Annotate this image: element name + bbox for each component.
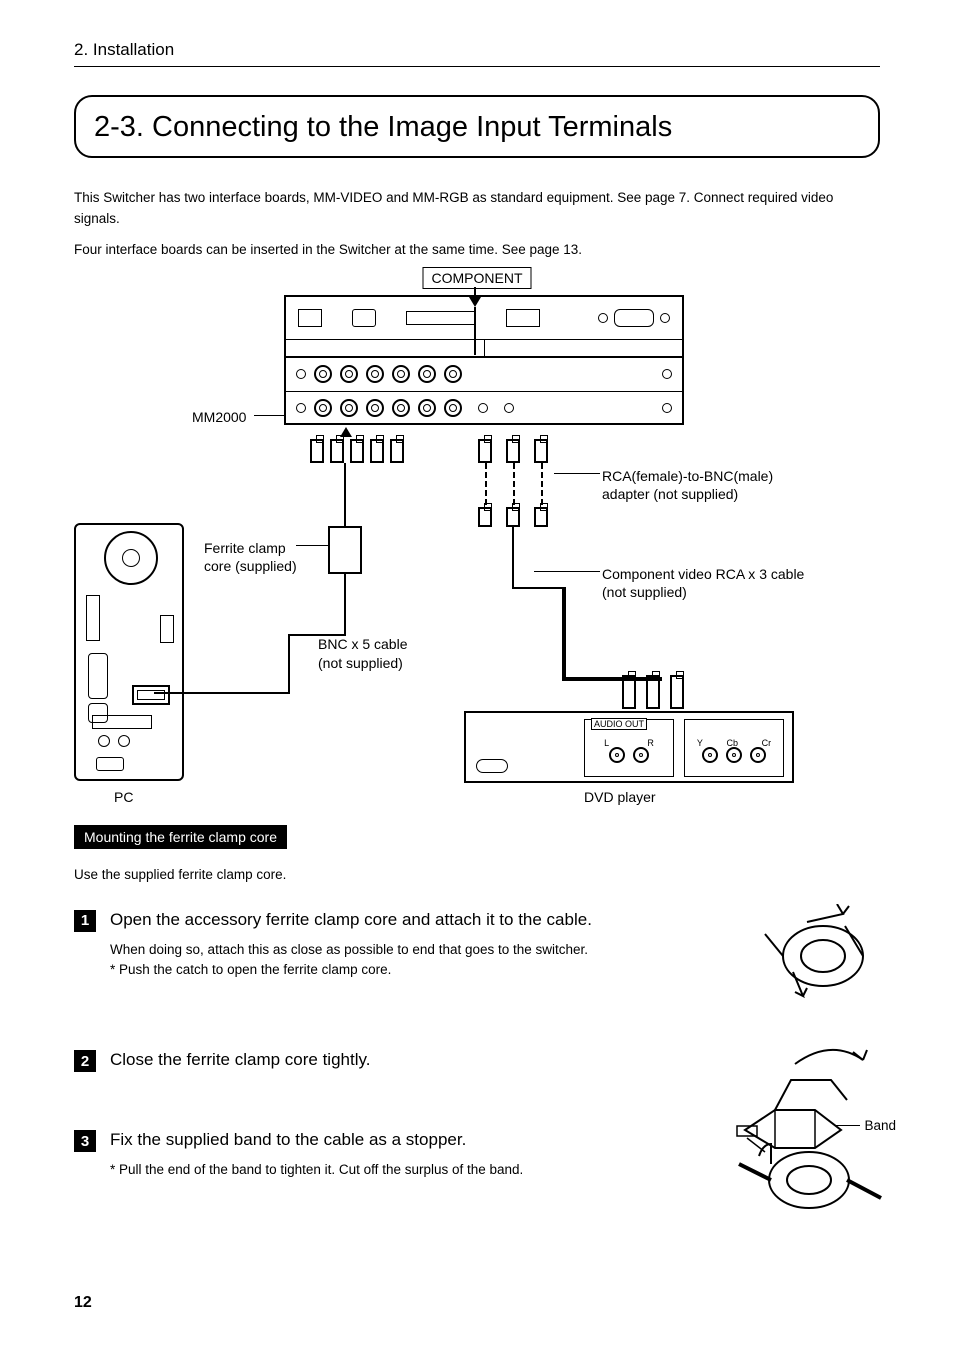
bnc-plugs-right	[478, 439, 548, 463]
arrow-up-icon	[338, 425, 354, 441]
rca-plugs-dvd	[622, 675, 684, 709]
bnc5-label: BNC x 5 cable (not supplied)	[318, 635, 407, 673]
ferrite-band-icon	[735, 1120, 885, 1230]
use-ferrite-text: Use the supplied ferrite clamp core.	[74, 867, 880, 882]
connection-diagram: COMPONENT	[74, 267, 880, 807]
dvd-label: DVD player	[584, 789, 656, 805]
component-label: COMPONENT	[423, 267, 532, 289]
page-number: 12	[74, 1294, 92, 1312]
section-title: 2-3. Connecting to the Image Input Termi…	[94, 111, 860, 144]
step-3-detail1: * Pull the end of the band to tighten it…	[110, 1160, 710, 1180]
ferrite-leader	[296, 545, 328, 546]
rca-leader	[554, 473, 600, 474]
step-1: 1 Open the accessory ferrite clamp core …	[74, 910, 880, 981]
step-num-2: 2	[74, 1050, 96, 1072]
pc-tower-icon	[74, 523, 184, 781]
step-3-figure: Band	[730, 1120, 890, 1230]
step-num-1: 1	[74, 910, 96, 932]
dvd-player-icon: AUDIO OUT LR Component YCbCr	[464, 711, 794, 783]
bnc-plugs-left	[310, 439, 404, 463]
step-1-detail1: When doing so, attach this as close as p…	[110, 940, 710, 960]
component-cable-leader	[534, 571, 600, 572]
mm2000-label: MM2000	[192, 409, 246, 425]
band-label: Band	[864, 1118, 896, 1133]
step-3-title: Fix the supplied band to the cable as a …	[110, 1130, 710, 1150]
pc-label: PC	[114, 789, 133, 805]
mm-video-slot	[286, 357, 682, 391]
section-title-frame: 2-3. Connecting to the Image Input Termi…	[74, 95, 880, 158]
ferrite-open-icon	[745, 904, 875, 1000]
rca-adapter-label: RCA(female)-to-BNC(male) adapter (not su…	[602, 467, 773, 503]
page: 2. Installation 2-3. Connecting to the I…	[0, 0, 954, 1348]
breadcrumb: 2. Installation	[74, 40, 880, 67]
step-1-title: Open the accessory ferrite clamp core an…	[110, 910, 710, 930]
audio-out-label: AUDIO OUT	[591, 718, 647, 730]
step-num-3: 3	[74, 1130, 96, 1152]
step-2: 2 Close the ferrite clamp core tightly.	[74, 1050, 880, 1080]
ferrite-label: Ferrite clamp core (supplied)	[204, 539, 297, 575]
component-cable-label: Component video RCA x 3 cable (not suppl…	[602, 565, 804, 601]
sub-heading-ferrite: Mounting the ferrite clamp core	[74, 825, 287, 849]
step-2-title: Close the ferrite clamp core tightly.	[110, 1050, 710, 1070]
intro-line-2: Four interface boards can be inserted in…	[74, 240, 880, 261]
intro-line-1: This Switcher has two interface boards, …	[74, 188, 880, 230]
mm2000-leader	[254, 415, 284, 416]
mm-rgb-slot	[286, 391, 682, 425]
ferrite-core-icon	[328, 526, 362, 574]
step-1-detail2: * Push the catch to open the ferrite cla…	[110, 960, 710, 980]
step-1-figure	[730, 904, 890, 1000]
switcher-mm2000	[284, 295, 684, 425]
rca-plugs	[478, 507, 548, 527]
step-3: 3 Fix the supplied band to the cable as …	[74, 1130, 880, 1180]
component-indicator-line	[474, 307, 476, 355]
